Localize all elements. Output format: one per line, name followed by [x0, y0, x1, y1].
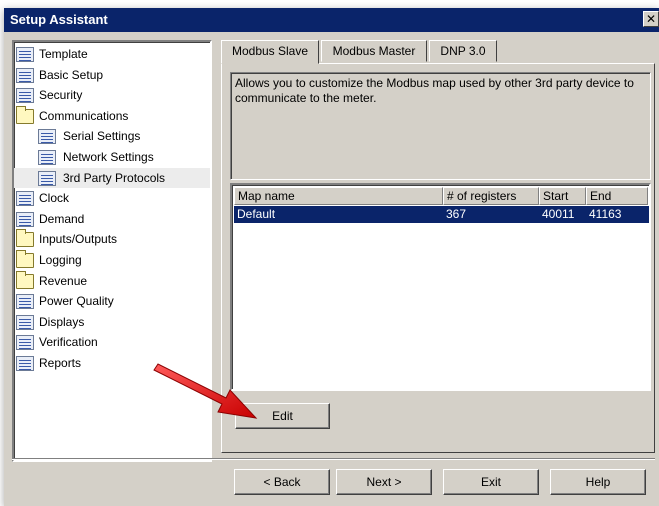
close-button[interactable]: ✕ — [643, 11, 659, 27]
doc-icon — [16, 314, 34, 330]
tree-item-power-quality[interactable]: Power Quality — [14, 291, 210, 312]
column-header-map-name[interactable]: Map name — [234, 187, 443, 205]
column-header-start[interactable]: Start — [539, 187, 586, 205]
doc-icon — [16, 67, 34, 83]
tree-item-label: Security — [39, 88, 83, 103]
tree-item-label: Basic Setup — [39, 67, 104, 82]
cell-map-name: Default — [237, 207, 276, 221]
cell-registers: 367 — [446, 207, 467, 221]
description-text: Allows you to customize the Modbus map u… — [235, 76, 634, 105]
tab-modbus-master[interactable]: Modbus Master — [321, 40, 427, 62]
column-header-end[interactable]: End — [586, 187, 648, 205]
tree-item-inputs-outputs[interactable]: Inputs/Outputs — [14, 229, 210, 250]
tree-item-3rd-party-protocols[interactable]: 3rd Party Protocols — [14, 167, 210, 189]
tree-item-label: Network Settings — [63, 149, 154, 164]
folder-icon — [16, 249, 34, 268]
doc-icon — [16, 294, 34, 310]
tree-item-clock[interactable]: Clock — [14, 188, 210, 209]
tree-item-label: 3rd Party Protocols — [63, 170, 166, 185]
tree-item-network-settings[interactable]: Network Settings — [14, 147, 210, 168]
tree-item-label: Template — [39, 47, 88, 61]
tree-item-label: Power Quality — [39, 294, 114, 309]
next-button[interactable]: Next > — [336, 469, 432, 495]
tab-dnp-3[interactable]: DNP 3.0 — [429, 40, 497, 62]
tree-item-basic-setup[interactable]: Basic Setup — [14, 65, 210, 86]
description-box: Allows you to customize the Modbus map u… — [230, 72, 651, 180]
tree-item-label: Communications — [39, 108, 129, 123]
doc-icon — [16, 355, 34, 371]
folder-icon — [16, 270, 34, 289]
exit-button[interactable]: Exit — [443, 469, 539, 495]
tab-modbus-slave[interactable]: Modbus Slave — [221, 40, 319, 64]
help-button[interactable]: Help — [550, 469, 646, 495]
doc-icon — [38, 129, 56, 145]
folder-icon — [16, 105, 34, 124]
doc-icon — [16, 211, 34, 227]
doc-icon — [16, 47, 34, 62]
doc-icon — [16, 335, 34, 351]
button-separator — [12, 458, 655, 460]
back-button[interactable]: < Back — [234, 469, 330, 495]
tree-item-revenue[interactable]: Revenue — [14, 270, 210, 292]
tree-item-label: Clock — [39, 191, 70, 206]
doc-icon — [38, 170, 56, 186]
map-list[interactable]: Map name # of registers Start End Defaul… — [230, 183, 651, 391]
doc-icon — [16, 191, 34, 207]
tree-item-label: Serial Settings — [63, 129, 141, 144]
tree-item-label: Logging — [39, 252, 82, 267]
tree-item-verification[interactable]: Verification — [14, 332, 210, 353]
title-bar: Setup Assistant ✕ — [4, 8, 659, 32]
tree-item-label: Revenue — [39, 273, 88, 288]
tree-item-label: Demand — [39, 211, 85, 226]
red-arrow-icon — [153, 363, 258, 419]
tree-item-security[interactable]: Security — [14, 85, 210, 106]
cell-start: 40011 — [542, 207, 575, 221]
folder-icon — [16, 229, 34, 248]
cell-end: 41163 — [589, 207, 622, 221]
tree-item-demand[interactable]: Demand — [14, 209, 210, 230]
tree-item-logging[interactable]: Logging — [14, 249, 210, 271]
tree-item-template[interactable]: Template — [14, 44, 210, 65]
doc-icon — [38, 149, 56, 165]
table-row[interactable]: Default 367 40011 41163 — [234, 206, 649, 223]
tree-item-label: Verification — [39, 335, 98, 350]
tree-item-displays[interactable]: Displays — [14, 312, 210, 333]
tree-item-label: Inputs/Outputs — [39, 232, 118, 247]
tree-item-serial-settings[interactable]: Serial Settings — [14, 126, 210, 147]
tree-item-communications[interactable]: Communications — [14, 105, 210, 127]
tree-item-label: Displays — [39, 314, 85, 329]
doc-icon — [16, 88, 34, 104]
window-title: Setup Assistant — [10, 12, 108, 27]
column-header-registers[interactable]: # of registers — [443, 187, 539, 205]
tree-item-label: Reports — [39, 355, 82, 370]
